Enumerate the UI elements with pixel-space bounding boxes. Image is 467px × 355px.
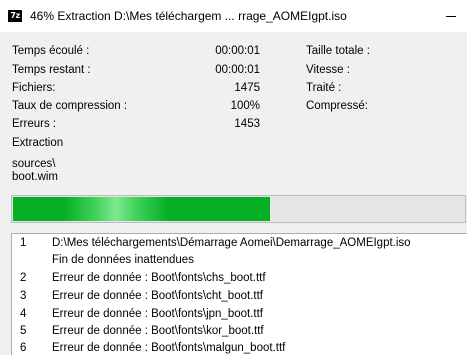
log-row-text: Erreur de donnée : Boot\fonts\malgun_boo… <box>52 342 286 354</box>
log-row[interactable]: 2 Erreur de donnée : Boot\fonts\chs_boot… <box>12 272 467 289</box>
compressed-label: Compressé: <box>306 100 368 112</box>
files-value: 1475 <box>234 82 260 94</box>
log-row[interactable]: 1 D:\Mes téléchargements\Démarrage Aomei… <box>12 237 467 254</box>
minimize-button[interactable] <box>436 0 467 32</box>
7zip-app-icon: 7z <box>8 10 22 22</box>
log-row[interactable]: 4 Erreur de donnée : Boot\fonts\jpn_boot… <box>12 308 467 325</box>
log-row[interactable]: 6 Erreur de donnée : Boot\fonts\malgun_b… <box>12 342 467 355</box>
error-log-list[interactable]: 1 D:\Mes téléchargements\Démarrage Aomei… <box>11 233 467 355</box>
errors-value: 1453 <box>234 118 260 130</box>
log-row-number: 2 <box>20 272 27 284</box>
progress-bar <box>11 195 466 223</box>
minimize-icon <box>446 16 456 17</box>
log-row-text: Erreur de donnée : Boot\fonts\chs_boot.t… <box>52 272 266 284</box>
elapsed-time-label: Temps écoulé : <box>12 45 90 57</box>
log-row-text: Erreur de donnée : Boot\fonts\cht_boot.t… <box>52 290 263 302</box>
remaining-time-label: Temps restant : <box>12 64 91 76</box>
log-row-number: 1 <box>20 237 27 249</box>
log-row-number: 6 <box>20 342 27 354</box>
elapsed-time-value: 00:00:01 <box>215 45 260 57</box>
errors-label: Erreurs : <box>12 118 57 130</box>
processed-label: Traité : <box>306 82 342 94</box>
log-row-number: 3 <box>20 290 27 302</box>
log-row-text: Erreur de donnée : Boot\fonts\jpn_boot.t… <box>52 308 263 320</box>
log-row-text: D:\Mes téléchargements\Démarrage Aomei\D… <box>52 237 411 249</box>
files-label: Fichiers: <box>12 82 56 94</box>
log-row-text: Fin de données inattendues <box>52 254 194 266</box>
total-size-label: Taille totale : <box>306 45 370 57</box>
current-file: boot.wim <box>12 171 59 183</box>
current-path: sources\ <box>12 158 56 170</box>
progress-bar-fill <box>13 197 270 221</box>
log-row[interactable]: 5 Erreur de donnée : Boot\fonts\kor_boot… <box>12 325 467 342</box>
log-row[interactable]: 3 Erreur de donnée : Boot\fonts\cht_boot… <box>12 290 467 307</box>
operation-label: Extraction <box>12 137 64 149</box>
speed-label: Vitesse : <box>306 64 350 76</box>
log-row-text: Erreur de donnée : Boot\fonts\kor_boot.t… <box>52 325 264 337</box>
log-row-number: 5 <box>20 325 27 337</box>
log-row-number: 4 <box>20 308 27 320</box>
remaining-time-value: 00:00:01 <box>215 64 260 76</box>
log-row[interactable]: Fin de données inattendues <box>12 254 467 271</box>
compression-ratio-label: Taux de compression : <box>12 100 128 112</box>
title-bar: 7z 46% Extraction D:\Mes téléchargem ...… <box>0 0 467 32</box>
window-title: 46% Extraction D:\Mes téléchargem ... rr… <box>30 9 347 23</box>
compression-ratio-value: 100% <box>230 100 260 112</box>
